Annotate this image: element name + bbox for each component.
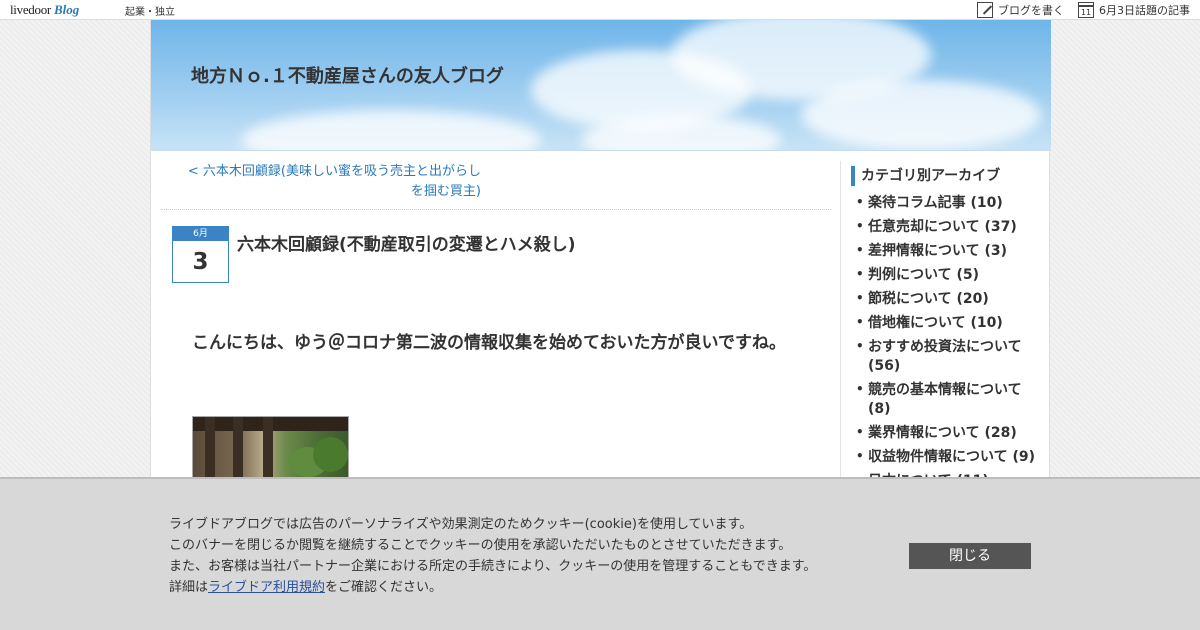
topic-articles-link[interactable]: 11 6月3日話題の記事 [1078,2,1190,18]
cookie-banner: ライブドアブログでは広告のパーソナライズや効果測定のためクッキー(cookie)… [0,477,1200,630]
category-item[interactable]: 判例について (5) [855,265,1045,285]
post-date-badge: 6月 3 [172,226,229,283]
post-title[interactable]: 六本木回顧録(不動産取引の変遷とハメ殺し) [237,230,576,255]
category-item[interactable]: 業界情報について (28) [855,423,1045,443]
topic-articles-label: 6月3日話題の記事 [1099,4,1190,17]
category-item[interactable]: おすすめ投資法について (56) [855,337,1045,376]
write-blog-label: ブログを書く [998,4,1064,17]
category-archive-heading: カテゴリ別アーカイブ [851,166,1050,186]
category-item[interactable]: 楽待コラム記事 (10) [855,193,1045,213]
logo-blog-text: Blog [53,2,80,17]
terms-of-use-link[interactable]: ライブドア利用規約 [208,580,325,595]
blog-category-label[interactable]: 起業・独立 [125,3,175,18]
cookie-line: 詳細はライブドア利用規約をご確認ください。 [169,577,889,598]
write-blog-link[interactable]: ブログを書く [977,2,1064,18]
cookie-notice-text: ライブドアブログでは広告のパーソナライズや効果測定のためクッキー(cookie)… [169,514,889,598]
category-item[interactable]: 任意売却について (37) [855,217,1045,237]
category-item[interactable]: 収益物件情報について (9) [855,447,1045,467]
category-list: 楽待コラム記事 (10) 任意売却について (37) 差押情報について (3) … [855,193,1050,491]
cookie-line: このバナーを閉じるか閲覧を継続することでクッキーの使用を承認いただいたものとさせ… [169,538,792,553]
pen-icon [977,2,993,18]
category-item[interactable]: 差押情報について (3) [855,241,1045,261]
post-day: 3 [192,249,209,275]
divider [161,209,831,210]
cookie-line: また、お客様は当社パートナー企業における所定の手続きにより、クッキーの使用を管理… [169,559,817,574]
calendar-icon: 11 [1078,2,1094,18]
cookie-line: ライブドアブログでは広告のパーソナライズや効果測定のためクッキー(cookie)… [169,517,753,532]
blog-title[interactable]: 地方Ｎｏ.１不動産屋さんの友人ブログ [191,62,504,88]
category-item[interactable]: 借地権について (10) [855,313,1045,333]
post-intro-text: こんにちは、ゆう＠コロナ第二波の情報収集を始めておいた方が良いですね。 [192,333,786,353]
cookie-details-prefix: 詳細は [169,580,209,595]
cookie-details-suffix: をご確認ください。 [325,580,443,595]
logo-text: livedoor [10,2,51,17]
category-item[interactable]: 競売の基本情報について (8) [855,380,1045,419]
category-item[interactable]: 節税について (20) [855,289,1045,309]
top-navigation-bar: livedoor Blog 起業・独立 ブログを書く 11 6月3日話題の記事 [0,0,1200,20]
close-button[interactable]: 閉じる [909,543,1031,569]
previous-post-link[interactable]: < 六本木回顧録(美味しい蜜を吸う売主と出がらしを掴む買主) [181,162,481,202]
post-month: 6月 [173,227,228,241]
blog-header: 地方Ｎｏ.１不動産屋さんの友人ブログ [151,20,1051,151]
post-image[interactable] [192,416,349,486]
livedoor-blog-logo[interactable]: livedoor Blog [10,1,79,19]
